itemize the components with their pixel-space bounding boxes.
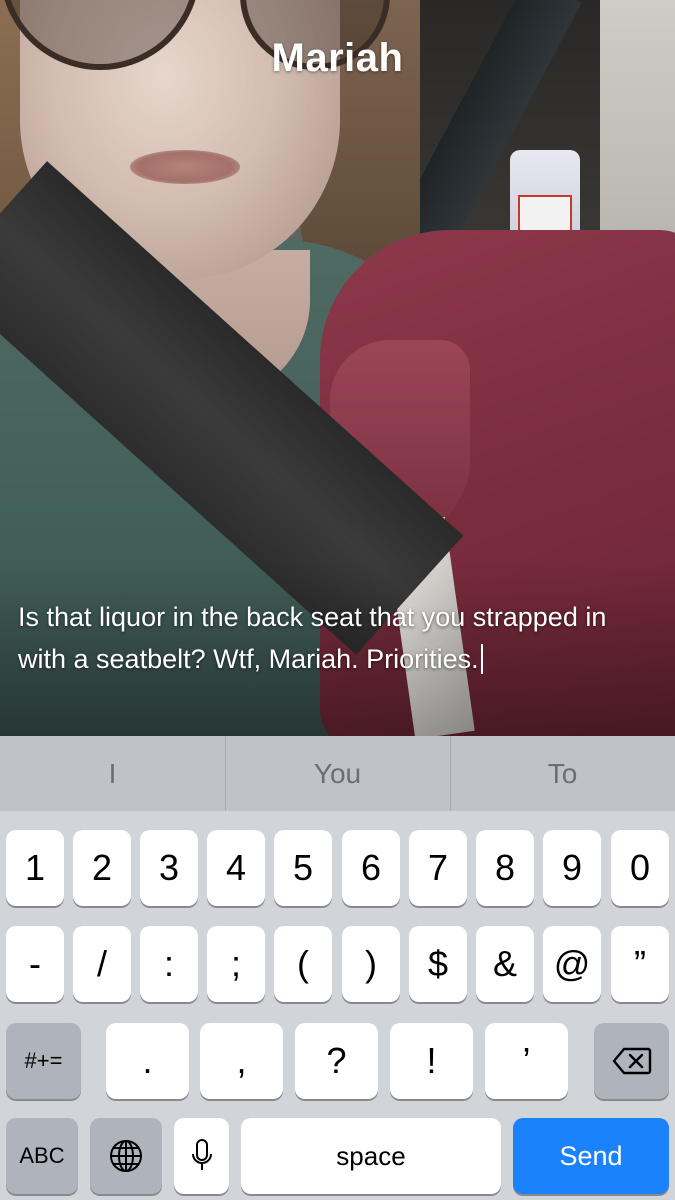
key-2[interactable]: 2	[73, 830, 131, 906]
key-comma[interactable]: ,	[200, 1023, 283, 1099]
key-0[interactable]: 0	[611, 830, 669, 906]
delete-key[interactable]	[594, 1023, 669, 1099]
suggestion-2[interactable]: You	[225, 736, 450, 811]
text-cursor	[480, 644, 483, 674]
key-3[interactable]: 3	[140, 830, 198, 906]
predictive-suggestion-bar: I You To	[0, 736, 675, 811]
globe-icon	[108, 1138, 144, 1174]
key-ampersand[interactable]: &	[476, 926, 534, 1002]
key-slash[interactable]: /	[73, 926, 131, 1002]
key-period[interactable]: .	[106, 1023, 189, 1099]
suggestion-1[interactable]: I	[0, 736, 225, 811]
keyboard: I You To 1 2 3 4 5 6 7 8 9 0 - / : ; ( )…	[0, 736, 675, 1200]
key-colon[interactable]: :	[140, 926, 198, 1002]
abc-key[interactable]: ABC	[6, 1118, 78, 1194]
key-6[interactable]: 6	[342, 830, 400, 906]
caption-text: Is that liquor in the back seat that you…	[18, 602, 607, 674]
key-at[interactable]: @	[543, 926, 601, 1002]
contact-name-title: Mariah	[271, 36, 404, 80]
key-close-paren[interactable]: )	[342, 926, 400, 1002]
key-4[interactable]: 4	[207, 830, 265, 906]
key-5[interactable]: 5	[274, 830, 332, 906]
key-semicolon[interactable]: ;	[207, 926, 265, 1002]
key-7[interactable]: 7	[409, 830, 467, 906]
more-symbols-key[interactable]: #+=	[6, 1023, 81, 1099]
key-dollar[interactable]: $	[409, 926, 467, 1002]
key-8[interactable]: 8	[476, 830, 534, 906]
space-bar[interactable]: space	[241, 1118, 501, 1194]
microphone-icon	[190, 1138, 214, 1174]
suggestion-3[interactable]: To	[450, 736, 675, 811]
bottle-label	[518, 195, 572, 235]
caption-text-field[interactable]: Is that liquor in the back seat that you…	[18, 596, 638, 680]
key-open-paren[interactable]: (	[274, 926, 332, 1002]
key-1[interactable]: 1	[6, 830, 64, 906]
backspace-icon	[612, 1047, 652, 1075]
key-exclamation[interactable]: !	[390, 1023, 473, 1099]
key-question[interactable]: ?	[295, 1023, 378, 1099]
key-hyphen[interactable]: -	[6, 926, 64, 1002]
key-apostrophe[interactable]: ’	[485, 1023, 568, 1099]
key-quote[interactable]: ”	[611, 926, 669, 1002]
microphone-key[interactable]	[174, 1118, 229, 1194]
globe-key[interactable]	[90, 1118, 162, 1194]
lips	[130, 150, 240, 184]
key-9[interactable]: 9	[543, 830, 601, 906]
send-button[interactable]: Send	[513, 1118, 669, 1194]
